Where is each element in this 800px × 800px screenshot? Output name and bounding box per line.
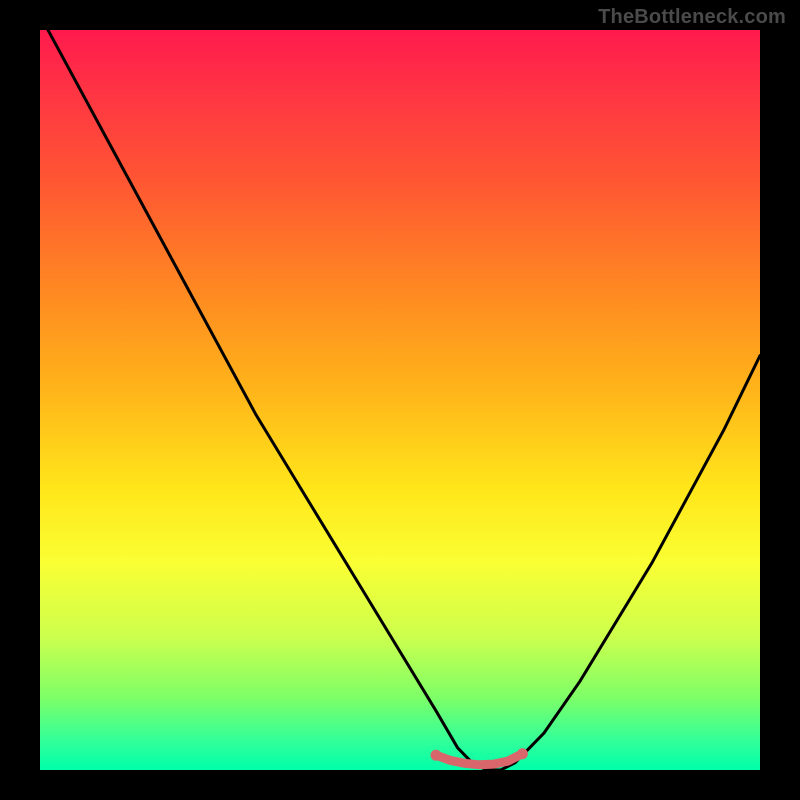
plot-area (40, 30, 760, 770)
flat-highlight (436, 754, 522, 765)
chart-frame: TheBottleneck.com (0, 0, 800, 800)
highlight-endpoint-left (431, 750, 442, 761)
highlight-endpoint-right (517, 748, 528, 759)
curve-layer (40, 30, 760, 770)
bottleneck-curve (40, 15, 760, 770)
watermark-text: TheBottleneck.com (598, 6, 786, 29)
